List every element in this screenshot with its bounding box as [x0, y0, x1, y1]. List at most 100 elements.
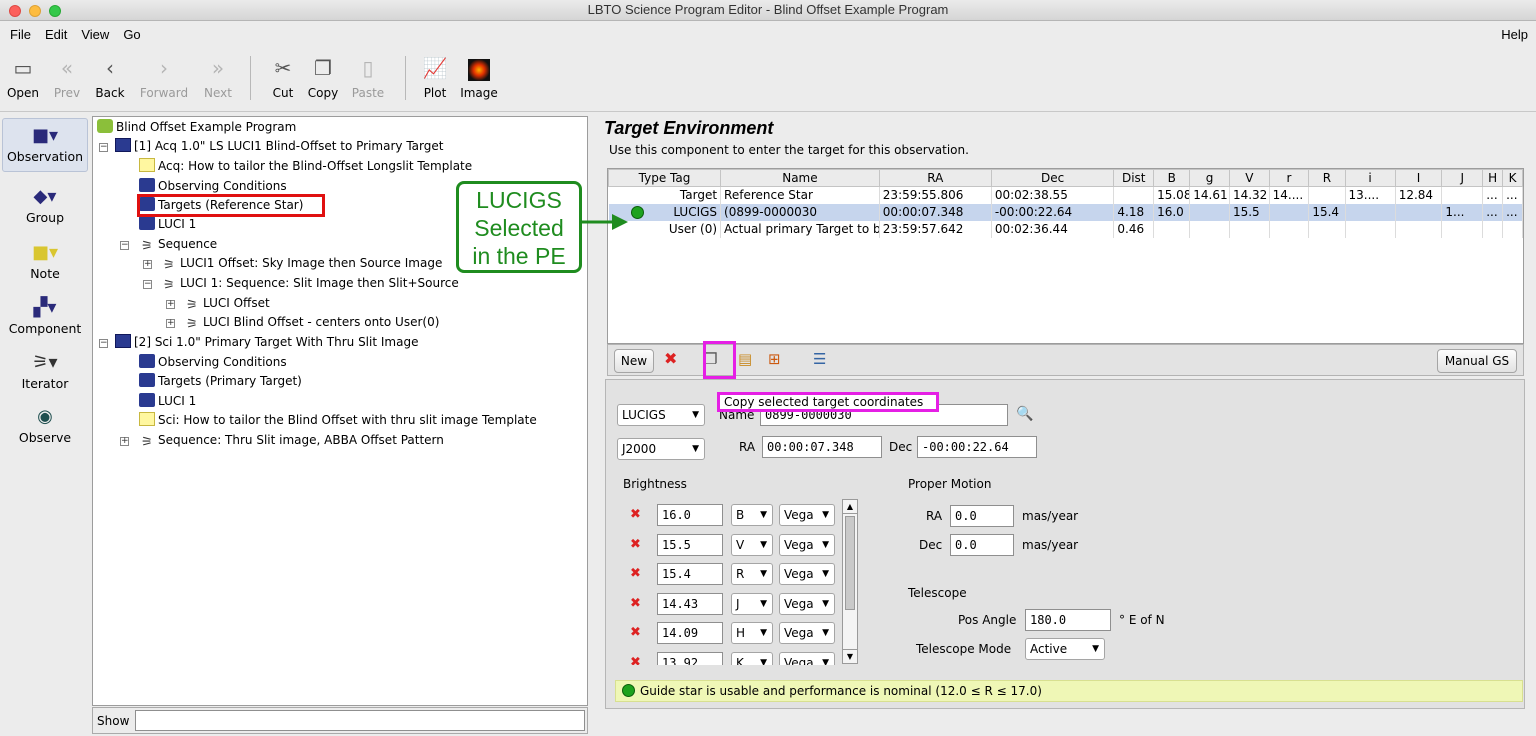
- scroll-up-icon[interactable]: ▲: [843, 500, 857, 514]
- tree-node-observation[interactable]: [1] Acq 1.0" LS LUCI1 Blind-Offset to Pr…: [115, 137, 443, 156]
- remove-magnitude-icon[interactable]: ✖: [630, 534, 641, 556]
- system-select[interactable]: Vega ▼: [779, 652, 835, 665]
- ra-field[interactable]: 00:00:07.348: [762, 436, 882, 458]
- system-select[interactable]: Vega ▼: [779, 593, 835, 615]
- remove-magnitude-icon[interactable]: ✖: [630, 563, 641, 585]
- target-grid-icon[interactable]: ⊞: [768, 350, 781, 368]
- system-select[interactable]: Vega ▼: [779, 563, 835, 585]
- tree-node-sequence[interactable]: ⚞ Sequence: [139, 235, 217, 254]
- column-header[interactable]: Type Tag: [607, 169, 722, 187]
- paste-coordinates-icon[interactable]: ▤: [738, 350, 752, 368]
- tree-toggle[interactable]: +: [120, 437, 129, 446]
- tree-toggle[interactable]: +: [166, 300, 175, 309]
- tree-toggle[interactable]: −: [143, 280, 152, 289]
- remove-magnitude-icon[interactable]: ✖: [630, 593, 641, 615]
- new-target-button[interactable]: New: [614, 349, 654, 373]
- menu-help[interactable]: Help: [1501, 21, 1528, 48]
- zoom-window-button[interactable]: [49, 5, 61, 17]
- remove-magnitude-icon[interactable]: ✖: [630, 652, 641, 665]
- copy-button[interactable]: ❐ Copy: [304, 54, 342, 100]
- pm-ra-field[interactable]: 0.0: [950, 505, 1014, 527]
- add-note-button[interactable]: ■▾ Note: [2, 236, 88, 286]
- system-select[interactable]: Vega ▼: [779, 534, 835, 556]
- menu-edit[interactable]: Edit: [45, 27, 67, 42]
- add-observation-button[interactable]: ■▾ Observation: [2, 118, 88, 172]
- plot-button[interactable]: 📈 Plot: [418, 54, 452, 100]
- magnitude-value-field[interactable]: 16.0: [657, 504, 723, 526]
- tree-node-iterator[interactable]: ⚞ LUCI Offset: [184, 294, 269, 313]
- next-button[interactable]: » Next: [200, 54, 236, 100]
- magnitude-value-field[interactable]: 14.09: [657, 622, 723, 644]
- telescope-mode-select[interactable]: Active ▼: [1025, 638, 1105, 660]
- search-icon[interactable]: 🔍: [1016, 406, 1033, 422]
- tree-node-program[interactable]: Blind Offset Example Program: [97, 118, 296, 137]
- menu-file[interactable]: File: [10, 27, 31, 42]
- tree-node-iterator[interactable]: ⚞ LUCI1 Offset: Sky Image then Source Ima…: [161, 254, 442, 273]
- add-group-button[interactable]: ◆▾ Group: [2, 180, 88, 230]
- magnitude-value-field[interactable]: 15.4: [657, 563, 723, 585]
- delete-target-icon[interactable]: ✖: [664, 349, 677, 368]
- system-select[interactable]: Vega ▼: [779, 504, 835, 526]
- column-header[interactable]: R: [1308, 169, 1346, 187]
- magnitude-scrollbar[interactable]: ▲ ▼: [842, 499, 858, 664]
- tree-node-iterator[interactable]: ⚞ LUCI 1: Sequence: Slit Image then Slit+…: [161, 274, 459, 293]
- pos-angle-field[interactable]: 180.0: [1025, 609, 1111, 631]
- tree-toggle[interactable]: −: [99, 339, 108, 348]
- column-header[interactable]: K: [1502, 169, 1523, 187]
- column-header[interactable]: V: [1228, 169, 1270, 187]
- band-select[interactable]: K ▼: [731, 652, 773, 665]
- open-button[interactable]: ▭ Open: [6, 54, 40, 100]
- table-row[interactable]: Target Reference Star 23:59:55.806 00:02…: [608, 186, 1523, 204]
- band-select[interactable]: J ▼: [731, 593, 773, 615]
- table-row-selected[interactable]: LUCIGS (0899-0000030 00:00:07.348 -00:00…: [608, 203, 1523, 221]
- band-select[interactable]: V ▼: [731, 534, 773, 556]
- column-header[interactable]: g: [1189, 169, 1230, 187]
- tree-node-note[interactable]: Sci: How to tailor the Blind Offset with…: [139, 411, 537, 430]
- menu-view[interactable]: View: [81, 27, 109, 42]
- tree-node-component[interactable]: Targets (Primary Target): [139, 372, 302, 391]
- column-header[interactable]: H: [1482, 169, 1504, 187]
- band-select[interactable]: H ▼: [731, 622, 773, 644]
- column-header[interactable]: Dist: [1113, 169, 1155, 187]
- tree-node-note[interactable]: Acq: How to tailor the Blind-Offset Long…: [139, 157, 472, 176]
- column-header[interactable]: I: [1394, 169, 1443, 187]
- column-header[interactable]: J: [1441, 169, 1484, 187]
- tree-node-component[interactable]: LUCI 1: [139, 392, 196, 411]
- tree-toggle[interactable]: −: [120, 241, 129, 250]
- minimize-window-button[interactable]: [29, 5, 41, 17]
- add-component-button[interactable]: ▞▾ Component: [2, 291, 88, 341]
- list-icon[interactable]: ☰: [813, 350, 826, 368]
- scroll-down-icon[interactable]: ▼: [843, 649, 857, 663]
- tree-node-component[interactable]: Observing Conditions: [139, 353, 287, 372]
- epoch-select[interactable]: J2000 ▼: [617, 438, 705, 460]
- column-header[interactable]: i: [1344, 169, 1396, 187]
- column-header[interactable]: RA: [878, 169, 992, 187]
- magnitude-value-field[interactable]: 13.92: [657, 652, 723, 665]
- forward-button[interactable]: › Forward: [136, 54, 192, 100]
- prev-button[interactable]: «Prev: [50, 54, 84, 100]
- dec-field[interactable]: -00:00:22.64: [917, 436, 1037, 458]
- magnitude-value-field[interactable]: 14.43: [657, 593, 723, 615]
- band-select[interactable]: B ▼: [731, 504, 773, 526]
- table-row[interactable]: User (0) Actual primary Target to blin..…: [608, 220, 1523, 238]
- tree-node-sequence[interactable]: ⚞ Sequence: Thru Slit image, ABBA Offset …: [139, 431, 444, 450]
- scrollbar-thumb[interactable]: [845, 516, 855, 610]
- tree-toggle[interactable]: +: [166, 319, 175, 328]
- add-observe-button[interactable]: ◉ Observe: [2, 400, 88, 450]
- close-window-button[interactable]: [9, 5, 21, 17]
- band-select[interactable]: R ▼: [731, 563, 773, 585]
- tree-node-component[interactable]: LUCI 1: [139, 215, 196, 234]
- cut-button[interactable]: ✂ Cut: [266, 54, 300, 100]
- back-button[interactable]: ‹ Back: [92, 54, 128, 100]
- system-select[interactable]: Vega ▼: [779, 622, 835, 644]
- remove-magnitude-icon[interactable]: ✖: [630, 504, 641, 526]
- image-button[interactable]: Image: [458, 54, 500, 100]
- magnitude-value-field[interactable]: 15.5: [657, 534, 723, 556]
- add-iterator-button[interactable]: ⚞▾ Iterator: [2, 346, 88, 396]
- column-header[interactable]: r: [1268, 169, 1310, 187]
- tree-node-iterator[interactable]: ⚞ LUCI Blind Offset - centers onto User(0…: [184, 313, 439, 332]
- column-header[interactable]: Name: [720, 169, 880, 187]
- paste-button[interactable]: ▯ Paste: [348, 54, 388, 100]
- tree-toggle[interactable]: +: [143, 260, 152, 269]
- column-header[interactable]: B: [1153, 169, 1191, 187]
